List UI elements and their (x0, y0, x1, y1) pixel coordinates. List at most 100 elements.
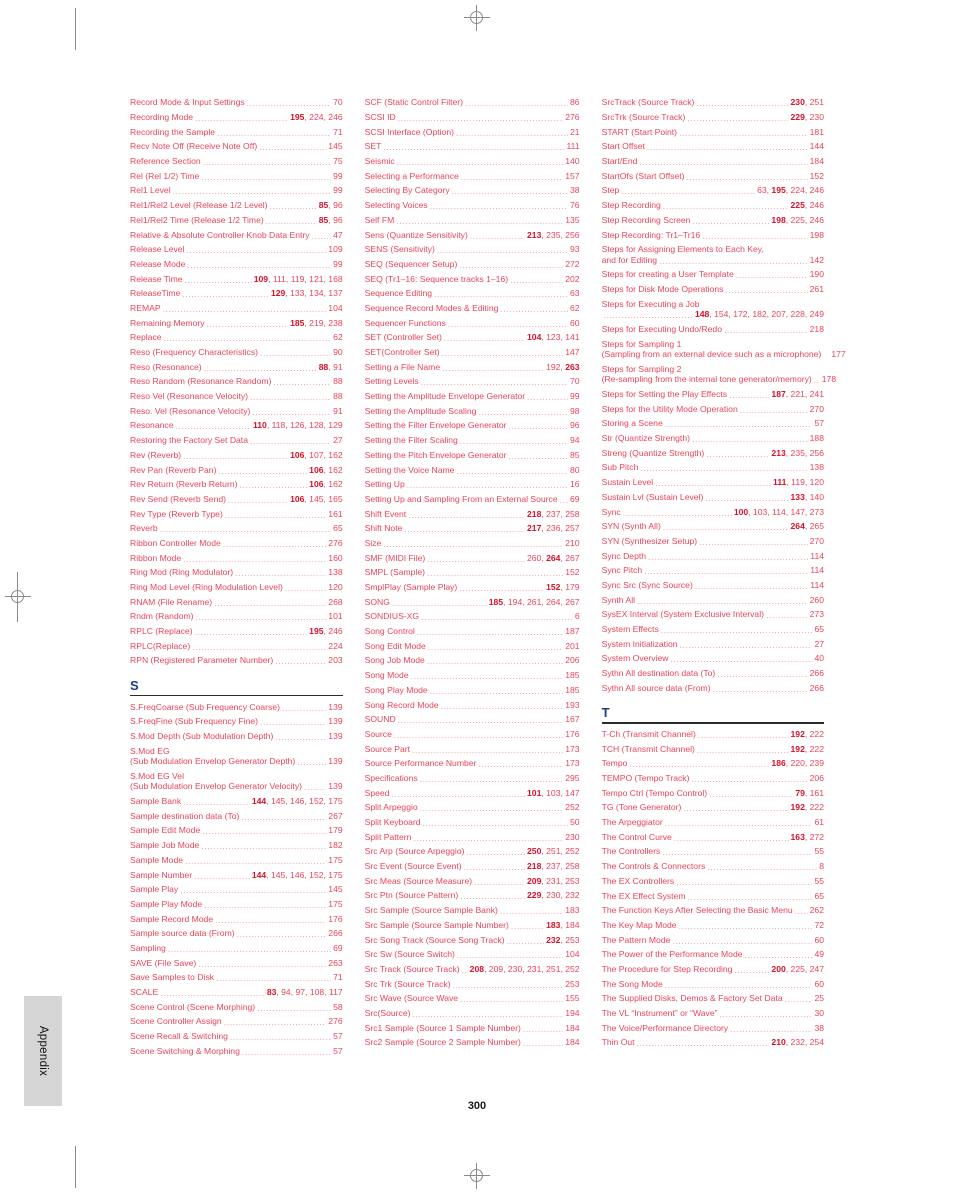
index-entry[interactable]: SrcTrk (Source Track) 229, 230 (602, 110, 824, 125)
index-entry[interactable]: Steps for Executing a Job148, 154, 172, … (602, 296, 824, 321)
index-entry[interactable]: Specifications 295 (365, 771, 580, 786)
index-entry[interactable]: Resonance 110, 118, 126, 128, 129 (130, 418, 343, 433)
index-entry[interactable]: SEQ (Tr1–16: Sequence tracks 1–16) 202 (365, 271, 580, 286)
index-entry[interactable]: Size 210 (365, 536, 580, 551)
index-entry[interactable]: SCSI ID 276 (365, 110, 580, 125)
index-entry[interactable]: Sync 100, 103, 114, 147, 273 (602, 504, 824, 519)
index-entry[interactable]: Replace 62 (130, 330, 343, 345)
index-entry[interactable]: SCSI Interface (Option) 21 (365, 124, 580, 139)
index-entry[interactable]: Sample Bank 144, 145, 146, 152, 175 (130, 794, 343, 809)
index-entry[interactable]: Sampling 69 (130, 941, 343, 956)
index-entry[interactable]: Steps for the Utility Mode Operation 270 (602, 401, 824, 416)
index-entry[interactable]: SMF (MIDI File) 260, 264, 267 (365, 550, 580, 565)
index-entry[interactable]: Synth All 260 (602, 592, 824, 607)
index-entry[interactable]: Sample Edit Mode 179 (130, 823, 343, 838)
index-entry[interactable]: Song Job Mode 206 (365, 653, 580, 668)
index-entry[interactable]: Setting Up 16 (365, 477, 580, 492)
index-entry[interactable]: Reference Section 75 (130, 154, 343, 169)
index-entry[interactable]: Sync Depth 114 (602, 548, 824, 563)
index-entry[interactable]: SYN (Synth All) 264, 265 (602, 519, 824, 534)
index-entry[interactable]: Song Mode 185 (365, 668, 580, 683)
index-entry[interactable]: Recording Mode 195, 224, 246 (130, 110, 343, 125)
index-entry[interactable]: Seismic 140 (365, 154, 580, 169)
index-entry[interactable]: Streng (Quantize Strength) 213, 235, 256 (602, 445, 824, 460)
index-entry[interactable]: Src Song Track (Source Song Track) 232, 2… (365, 932, 580, 947)
index-entry[interactable]: Thin Out 210, 232, 254 (602, 1035, 824, 1050)
index-entry[interactable]: Rel1 Level 99 (130, 183, 343, 198)
index-entry[interactable]: Sequence Editing 63 (365, 286, 580, 301)
index-entry[interactable]: Rel1/Rel2 Time (Release 1/2 Time) 85, 96 (130, 213, 343, 228)
index-entry[interactable]: Split Arpeggio 252 (365, 800, 580, 815)
index-entry[interactable]: Save Samples to Disk 71 (130, 970, 343, 985)
index-entry[interactable]: Sample destination data (To) 267 (130, 808, 343, 823)
index-entry[interactable]: The EX Effect System 65 (602, 888, 824, 903)
index-entry[interactable]: S.Mod EG Vel (Sub Modulation Envelop Gene… (130, 769, 343, 794)
index-entry[interactable]: Src Sw (Source Switch) 104 (365, 947, 580, 962)
index-entry[interactable]: Sequence Record Modes & Editing 62 (365, 301, 580, 316)
index-entry[interactable]: Setting Up and Sampling From an External… (365, 492, 580, 507)
index-entry[interactable]: RPN (Registered Parameter Number) 203 (130, 653, 343, 668)
index-entry[interactable]: Sync Pitch 114 (602, 563, 824, 578)
index-entry[interactable]: Src Wave (Source Wave 155 (365, 991, 580, 1006)
index-entry[interactable]: Restoring the Factory Set Data 27 (130, 433, 343, 448)
index-entry[interactable]: SONG 185, 194, 261, 264, 267 (365, 594, 580, 609)
index-entry[interactable]: SEQ (Sequencer Setup) 272 (365, 257, 580, 272)
index-entry[interactable]: System Overview 40 (602, 651, 824, 666)
index-entry[interactable]: Ring Mod (Ring Modulator) 138 (130, 565, 343, 580)
index-entry[interactable]: SCF (Static Control Filter) 86 (365, 95, 580, 110)
index-entry[interactable]: Start/End 184 (602, 154, 824, 169)
index-entry[interactable]: Src Ptn (Source Pattern) 229, 230, 232 (365, 888, 580, 903)
index-entry[interactable]: Record Mode & Input Settings 70 (130, 95, 343, 110)
index-entry[interactable]: Setting the Amplitude Scaling 98 (365, 403, 580, 418)
index-entry[interactable]: The EX Controllers 55 (602, 874, 824, 889)
index-entry[interactable]: SmplPlay (Sample Play) 152, 179 (365, 580, 580, 595)
index-entry[interactable]: RNAM (File Rename) 268 (130, 594, 343, 609)
index-entry[interactable]: Scene Recall & Switching 57 (130, 1029, 343, 1044)
index-entry[interactable]: Src1 Sample (Source 1 Sample Number) 184 (365, 1020, 580, 1035)
index-entry[interactable]: SrcTrack (Source Track) 230, 251 (602, 95, 824, 110)
index-entry[interactable]: SMPL (Sample) 152 (365, 565, 580, 580)
index-entry[interactable]: Shift Event 218, 237, 258 (365, 506, 580, 521)
index-entry[interactable]: Sythn All destination data (To) 266 (602, 666, 824, 681)
index-entry[interactable]: Selecting a Performance 157 (365, 168, 580, 183)
index-entry[interactable]: Song Play Mode 185 (365, 683, 580, 698)
index-entry[interactable]: The Pattern Mode 60 (602, 932, 824, 947)
index-entry[interactable]: Reso. Vel (Resonance Velocity) 91 (130, 403, 343, 418)
index-entry[interactable]: Steps for Executing Undo/Redo 218 (602, 322, 824, 337)
index-entry[interactable]: The Supplied Disks, Demos & Factory Set … (602, 991, 824, 1006)
index-entry[interactable]: Src Sample (Source Sample Number) 183, 18… (365, 918, 580, 933)
index-entry[interactable]: SET 111 (365, 139, 580, 154)
index-entry[interactable]: Reverb 65 (130, 521, 343, 536)
index-entry[interactable]: Rel (Rel 1/2) Time 99 (130, 168, 343, 183)
index-entry[interactable]: Reso Vel (Resonance Velocity) 88 (130, 389, 343, 404)
index-entry[interactable]: Release Level 109 (130, 242, 343, 257)
index-entry[interactable]: Song Control 187 (365, 624, 580, 639)
index-entry[interactable]: Split Pattern 230 (365, 829, 580, 844)
index-entry[interactable]: Rndm (Random) 101 (130, 609, 343, 624)
index-entry[interactable]: Setting the Amplitude Envelope Generator… (365, 389, 580, 404)
index-entry[interactable]: Split Keyboard 50 (365, 815, 580, 830)
index-entry[interactable]: Song Edit Mode 201 (365, 638, 580, 653)
index-entry[interactable]: StartOfs (Start Offset) 152 (602, 168, 824, 183)
index-entry[interactable]: Release Mode 99 (130, 257, 343, 272)
index-entry[interactable]: Recording the Sample 71 (130, 124, 343, 139)
index-entry[interactable]: Src Trk (Source Track) 253 (365, 976, 580, 991)
index-entry[interactable]: Scene Controller Assign 276 (130, 1014, 343, 1029)
index-entry[interactable]: Start Offset 144 (602, 139, 824, 154)
index-entry[interactable]: The Controllers 55 (602, 844, 824, 859)
index-entry[interactable]: Src Arp (Source Arpeggio) 250, 251, 252 (365, 844, 580, 859)
index-entry[interactable]: Sens (Quantize Sensitivity) 213, 235, 256 (365, 227, 580, 242)
index-entry[interactable]: SysEX Interval (System Exclusive Interva… (602, 607, 824, 622)
index-entry[interactable]: START (Start Point) 181 (602, 124, 824, 139)
index-entry[interactable]: Src Track (Source Track) 208, 209, 230, 2… (365, 962, 580, 977)
index-entry[interactable]: Setting a File Name 192, 263 (365, 359, 580, 374)
index-entry[interactable]: Tempo Ctrl (Tempo Control) 79, 161 (602, 785, 824, 800)
index-entry[interactable]: SYN (Synthesizer Setup) 270 (602, 534, 824, 549)
index-entry[interactable]: Src2 Sample (Source 2 Sample Number) 184 (365, 1035, 580, 1050)
index-entry[interactable]: The Controls & Connectors 8 (602, 859, 824, 874)
index-entry[interactable]: Step 63, 195, 224, 246 (602, 183, 824, 198)
index-entry[interactable]: Reso Random (Resonance Random) 88 (130, 374, 343, 389)
index-entry[interactable]: Step Recording 225, 246 (602, 198, 824, 213)
index-entry[interactable]: Ring Mod Level (Ring Modulation Level) 12… (130, 580, 343, 595)
index-entry[interactable]: Sustain Lvl (Sustain Level) 133, 140 (602, 490, 824, 505)
